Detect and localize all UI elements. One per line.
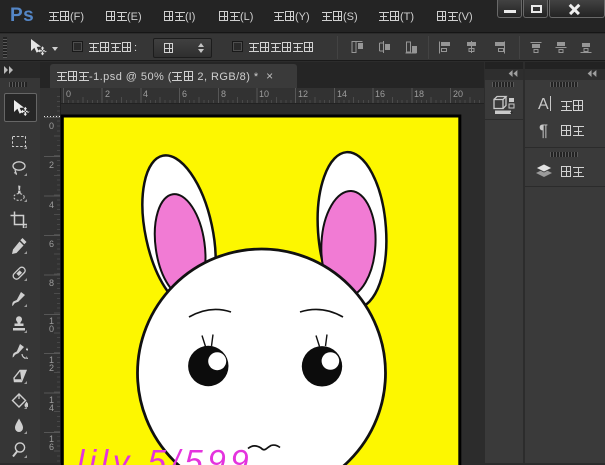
svg-text:lily 5/599: lily 5/599 <box>77 443 253 465</box>
